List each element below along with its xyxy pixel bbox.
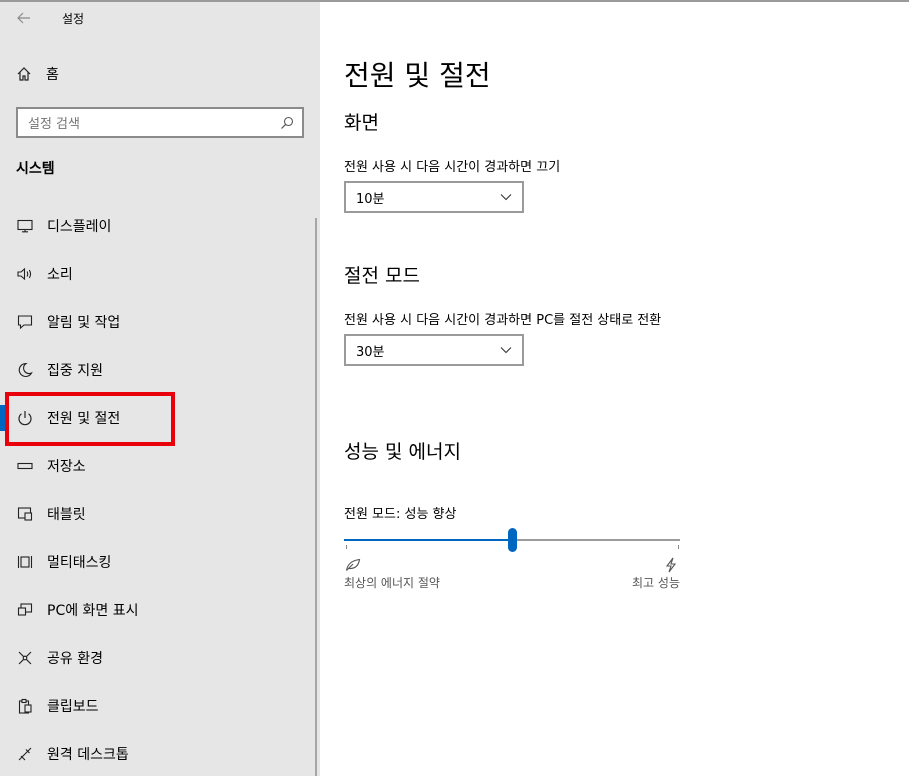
screen-timeout-dropdown[interactable]: 10분 xyxy=(344,181,524,213)
sidebar-item-label: 전원 및 절전 xyxy=(47,411,121,427)
sidebar-item-tablet[interactable]: 태블릿 xyxy=(0,490,315,538)
app-title: 설정 xyxy=(62,12,85,26)
home-icon xyxy=(17,67,31,81)
sidebar-item-remote-desktop[interactable]: 원격 데스크톱 xyxy=(0,730,315,776)
window-top-border xyxy=(0,0,909,2)
sidebar-item-notifications[interactable]: 알림 및 작업 xyxy=(0,298,315,346)
sidebar-item-label: 알림 및 작업 xyxy=(47,315,121,331)
slider-fill xyxy=(344,539,512,541)
multitasking-icon xyxy=(16,553,34,571)
sidebar-item-label: 디스플레이 xyxy=(47,219,112,235)
section-heading-system: 시스템 xyxy=(16,161,55,177)
sidebar-item-project[interactable]: PC에 화면 표시 xyxy=(0,586,315,634)
clipboard-icon xyxy=(16,697,34,715)
sidebar-item-sound[interactable]: 소리 xyxy=(0,250,315,298)
sidebar-scrollbar[interactable] xyxy=(315,218,317,776)
sidebar-item-label: 클립보드 xyxy=(47,699,99,715)
screen-section-title: 화면 xyxy=(344,112,379,134)
sidebar-item-label: 멀티태스킹 xyxy=(47,555,112,571)
chevron-down-icon xyxy=(500,194,512,201)
leaf-icon xyxy=(344,556,362,574)
search-icon[interactable] xyxy=(276,112,298,134)
back-button[interactable] xyxy=(14,8,34,28)
slider-thumb[interactable] xyxy=(508,528,517,552)
tablet-icon xyxy=(16,505,34,523)
screen-timeout-value: 10분 xyxy=(356,191,385,207)
power-mode-slider[interactable] xyxy=(344,528,680,554)
slider-tick-start xyxy=(346,545,347,549)
lightning-icon xyxy=(662,556,680,574)
moon-icon xyxy=(16,361,34,379)
sidebar-nav: 디스플레이 소리 알림 및 작업 집중 지원 전원 및 절전 저장소 태블릿 멀… xyxy=(0,202,315,776)
sidebar-item-label: 소리 xyxy=(47,267,73,283)
share-icon xyxy=(16,649,34,667)
sleep-timeout-dropdown[interactable]: 30분 xyxy=(344,334,524,366)
home-label: 홈 xyxy=(46,67,59,83)
sidebar-item-label: 집중 지원 xyxy=(47,363,103,379)
search-input[interactable]: 설정 검색 xyxy=(16,107,304,138)
slider-max-label: 최고 성능 xyxy=(632,576,680,590)
sidebar-item-label: 원격 데스크톱 xyxy=(47,747,129,763)
storage-icon xyxy=(16,457,34,475)
sidebar-item-power-sleep[interactable]: 전원 및 절전 xyxy=(0,394,315,442)
slider-tick-end xyxy=(678,545,679,549)
sleep-section-title: 절전 모드 xyxy=(344,265,420,287)
sleep-timeout-value: 30분 xyxy=(356,344,385,360)
main-content: 전원 및 절전 화면 전원 사용 시 다음 시간이 경과하면 끄기 10분 절전… xyxy=(320,0,909,776)
search-placeholder: 설정 검색 xyxy=(28,117,80,132)
power-section-title: 성능 및 에너지 xyxy=(344,441,461,463)
screen-timeout-label: 전원 사용 시 다음 시간이 경과하면 끄기 xyxy=(344,160,561,175)
sidebar-item-clipboard[interactable]: 클립보드 xyxy=(0,682,315,730)
sidebar-item-storage[interactable]: 저장소 xyxy=(0,442,315,490)
power-icon xyxy=(16,409,34,427)
sidebar: 설정 홈 설정 검색 시스템 디스플레이 소리 알림 및 작업 집중 지원 전원… xyxy=(0,0,320,776)
sidebar-item-label: 태블릿 xyxy=(47,507,86,523)
sidebar-item-multitasking[interactable]: 멀티태스킹 xyxy=(0,538,315,586)
sleep-timeout-label: 전원 사용 시 다음 시간이 경과하면 PC를 절전 상태로 전환 xyxy=(344,313,662,328)
project-icon xyxy=(16,601,34,619)
sidebar-item-focus-assist[interactable]: 집중 지원 xyxy=(0,346,315,394)
sidebar-item-shared-experiences[interactable]: 공유 환경 xyxy=(0,634,315,682)
notification-icon xyxy=(16,313,34,331)
speaker-icon xyxy=(16,265,34,283)
sidebar-item-label: PC에 화면 표시 xyxy=(47,603,139,619)
back-arrow-icon xyxy=(17,12,30,24)
remote-desktop-icon xyxy=(16,745,34,763)
sidebar-item-label: 저장소 xyxy=(47,459,86,475)
power-mode-label: 전원 모드: 성능 향상 xyxy=(344,507,457,522)
sidebar-item-display[interactable]: 디스플레이 xyxy=(0,202,315,250)
slider-min-label: 최상의 에너지 절약 xyxy=(344,576,440,590)
chevron-down-icon xyxy=(500,347,512,354)
home-nav-item[interactable]: 홈 xyxy=(16,62,59,86)
sidebar-item-label: 공유 환경 xyxy=(47,651,103,667)
monitor-icon xyxy=(16,217,34,235)
page-title: 전원 및 절전 xyxy=(344,59,491,92)
